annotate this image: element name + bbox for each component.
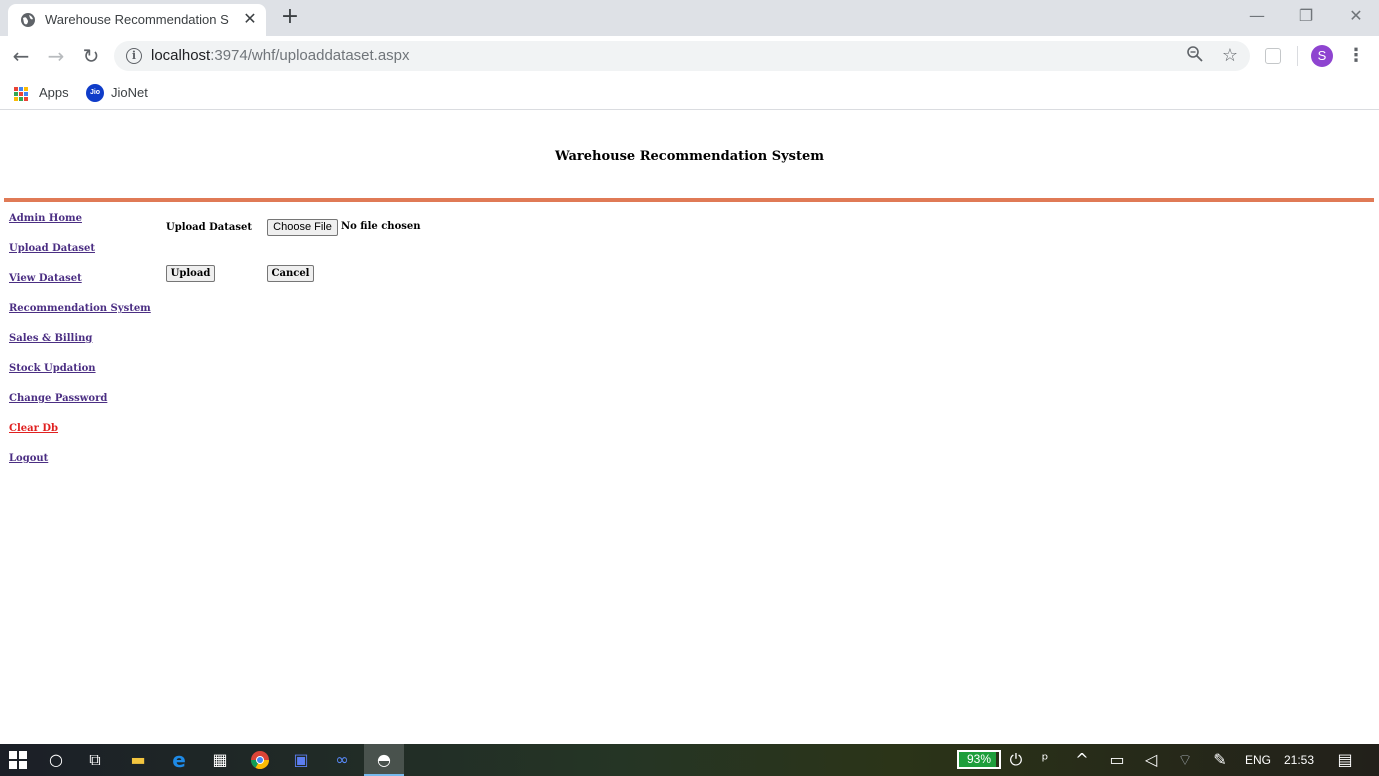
- sidebar-item-change-password[interactable]: Change Password: [9, 393, 107, 404]
- page-title: Warehouse Recommendation System: [555, 149, 824, 164]
- infinity-app-icon[interactable]: ∞: [330, 748, 354, 772]
- people-icon[interactable]: ᵖ: [1033, 748, 1057, 772]
- bookmarks-bar: Apps Jio JioNet: [0, 76, 1379, 110]
- sidebar-item-upload-dataset[interactable]: Upload Dataset: [9, 243, 95, 254]
- bookmark-star-icon[interactable]: ☆: [1219, 45, 1241, 67]
- forward-arrow-icon[interactable]: →: [44, 44, 68, 68]
- globe-icon: [21, 13, 35, 27]
- battery-percent: 93%: [966, 752, 992, 766]
- windows-taskbar: ○ ⧉ ▬ e ▦ ▣ ∞ ◓ 93% ⏻ ᵖ ^ ▭ ◁ ⌔ ✎ ENG 21…: [0, 744, 1379, 776]
- bookmark-label: Apps: [39, 85, 69, 100]
- close-tab-icon[interactable]: ✕: [242, 11, 258, 27]
- sidebar-item-stock-updation[interactable]: Stock Updation: [9, 363, 96, 374]
- visual-studio-app-icon[interactable]: ◓: [372, 748, 396, 772]
- task-view-icon[interactable]: ⧉: [83, 748, 107, 772]
- url-text[interactable]: localhost:3974/whf/uploaddataset.aspx: [151, 47, 410, 65]
- browser-tabstrip: Warehouse Recommendation System ✕ + — ❐ …: [0, 0, 1379, 36]
- close-window-icon[interactable]: ✕: [1344, 4, 1368, 28]
- tab-title: Warehouse Recommendation System: [45, 12, 229, 27]
- choose-file-button[interactable]: Choose File: [267, 219, 338, 236]
- sidebar-item-admin-home[interactable]: Admin Home: [9, 213, 82, 224]
- calculator-icon[interactable]: ▦: [208, 748, 232, 772]
- windows-start-icon[interactable]: [6, 748, 30, 772]
- sidebar-item-logout[interactable]: Logout: [9, 453, 48, 464]
- speaker-muted-icon[interactable]: ◁: [1139, 748, 1163, 772]
- sidebar-item-clear-db[interactable]: Clear Db: [9, 423, 58, 434]
- bookmark-apps[interactable]: Apps: [14, 83, 74, 103]
- language-indicator[interactable]: ENG: [1245, 752, 1271, 768]
- reload-icon[interactable]: ↻: [79, 44, 103, 68]
- notification-icon[interactable]: ▤: [1333, 748, 1357, 772]
- header-divider: [4, 198, 1374, 202]
- back-arrow-icon[interactable]: ←: [9, 44, 33, 68]
- restore-icon[interactable]: ❐: [1294, 4, 1318, 28]
- menu-dots-icon[interactable]: ⋮: [1346, 44, 1366, 68]
- cancel-button[interactable]: Cancel: [267, 265, 314, 282]
- new-tab-button[interactable]: +: [279, 6, 301, 28]
- apps-grid-icon: [14, 87, 28, 101]
- edge-browser-icon[interactable]: e: [167, 748, 191, 772]
- minimize-icon[interactable]: —: [1245, 4, 1269, 28]
- browser-toolbar: ← → ↻ i localhost:3974/whf/uploaddataset…: [0, 36, 1379, 76]
- pen-icon[interactable]: ✎: [1208, 748, 1232, 772]
- chrome-icon[interactable]: [248, 748, 272, 772]
- toolbar-divider: [1297, 46, 1298, 66]
- info-icon[interactable]: i: [126, 48, 142, 64]
- file-status-text: No file chosen: [341, 221, 421, 232]
- wifi-icon[interactable]: ⌔: [1173, 748, 1197, 772]
- extension-icon[interactable]: [1265, 48, 1281, 64]
- bookmark-jionet[interactable]: Jio JioNet: [86, 83, 156, 103]
- profile-avatar[interactable]: S: [1311, 45, 1333, 67]
- battery-indicator[interactable]: 93%: [957, 750, 1001, 769]
- jio-logo-icon: Jio: [86, 84, 104, 102]
- sidebar-item-view-dataset[interactable]: View Dataset: [9, 273, 82, 284]
- sidebar-item-recommendation-system[interactable]: Recommendation System: [9, 303, 151, 314]
- power-plug-icon[interactable]: ⏻: [1004, 748, 1028, 772]
- bookmark-label: JioNet: [111, 85, 148, 100]
- sidebar-item-sales-billing[interactable]: Sales & Billing: [9, 333, 92, 344]
- upload-button[interactable]: Upload: [166, 265, 215, 282]
- upload-dataset-label: Upload Dataset: [166, 222, 252, 233]
- battery-tray-icon[interactable]: ▭: [1105, 748, 1129, 772]
- file-explorer-icon[interactable]: ▬: [126, 748, 150, 772]
- notepad-app-icon[interactable]: ▣: [289, 748, 313, 772]
- browser-tab[interactable]: Warehouse Recommendation System ✕: [8, 4, 266, 36]
- search-circle-icon[interactable]: ○: [44, 748, 68, 772]
- zoom-icon[interactable]: [1184, 45, 1206, 67]
- chevron-up-icon[interactable]: ^: [1070, 748, 1094, 772]
- clock[interactable]: 21:53: [1284, 752, 1314, 768]
- address-bar[interactable]: i localhost:3974/whf/uploaddataset.aspx …: [114, 41, 1250, 71]
